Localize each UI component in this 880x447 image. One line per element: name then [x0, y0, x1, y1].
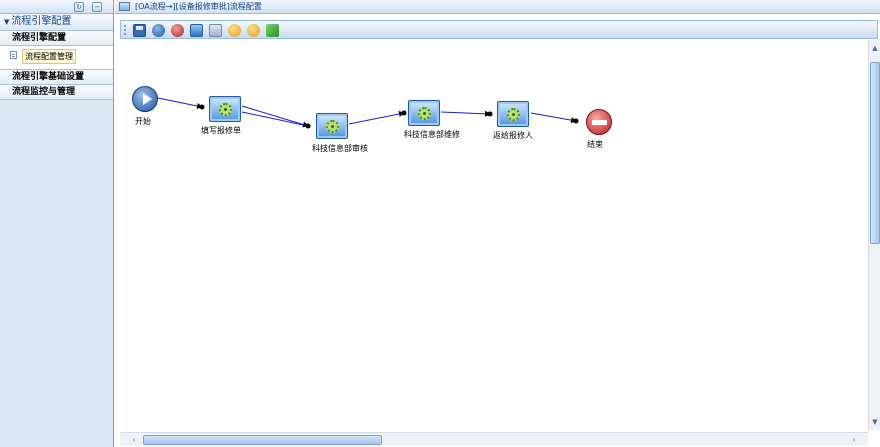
sidebar-item-label: 流程监控与管理 — [12, 87, 76, 97]
window-icon — [119, 2, 130, 11]
sidebar-subitem-label[interactable]: 流程配置管理 — [22, 49, 76, 64]
stop-icon[interactable] — [586, 109, 612, 135]
sidebar-item-label: 流程引擎配置 — [12, 33, 67, 43]
scroll-right-icon[interactable]: › — [848, 434, 860, 446]
task-node-icon[interactable] — [190, 24, 203, 37]
gear-icon — [326, 120, 339, 133]
app-window: ↻ − ▼ 流程引擎配置 流程引擎配置 流程配置管理 流程引擎基础设置 流程监控与… — [0, 0, 880, 447]
sidebar-item-monitor-manage[interactable]: 流程监控与管理 — [0, 85, 113, 100]
save-icon[interactable] — [133, 24, 146, 37]
gear-icon — [507, 108, 520, 121]
play-icon[interactable] — [132, 86, 158, 112]
refresh-icon[interactable]: ↻ — [74, 2, 84, 12]
sidebar-item-label: 流程引擎基础设置 — [12, 72, 85, 82]
task-box[interactable] — [408, 100, 440, 126]
task-box[interactable] — [316, 113, 348, 139]
node-label: 填写报修单 — [201, 126, 241, 135]
redo-icon[interactable] — [247, 24, 260, 37]
toolbar-grip — [124, 25, 126, 35]
sidebar-item-engine-basic-settings[interactable]: 流程引擎基础设置 — [0, 70, 113, 85]
connector-joint — [487, 111, 493, 117]
scroll-thumb[interactable] — [870, 62, 880, 244]
sidebar-header-title: 流程引擎配置 — [11, 16, 72, 27]
node-label: 返给报修人 — [493, 131, 533, 140]
start-node-icon[interactable] — [152, 24, 165, 37]
scroll-up-icon[interactable]: ▲ — [870, 42, 880, 54]
connector-repair-return[interactable] — [440, 110, 491, 117]
node-label: 科技信息部维修 — [404, 130, 460, 139]
edit-icon[interactable] — [266, 24, 279, 37]
document-icon — [10, 51, 17, 59]
scroll-down-icon[interactable]: ▼ — [870, 416, 880, 428]
sidebar-section-header[interactable]: ▼ 流程引擎配置 — [0, 14, 113, 31]
node-label: 开始 — [135, 117, 151, 126]
connector-review-repair[interactable] — [348, 111, 405, 125]
chevron-down-icon: ▼ — [4, 18, 10, 26]
sidebar-subitem-flow-config-manage[interactable]: 流程配置管理 — [0, 46, 113, 70]
gear-icon — [219, 103, 232, 116]
end-node-icon[interactable] — [171, 24, 184, 37]
node-label: 结束 — [587, 140, 603, 149]
sidebar-item-engine-config[interactable]: 流程引擎配置 — [0, 31, 113, 46]
collapse-icon[interactable]: − — [92, 2, 102, 12]
sidebar-toolbar: ↻ − — [0, 0, 113, 14]
gear-icon — [418, 107, 431, 120]
connector-joint — [305, 123, 311, 129]
task-box[interactable] — [497, 101, 529, 127]
connector-start-fill[interactable] — [157, 97, 203, 109]
node-label: 科技信息部审核 — [312, 144, 368, 153]
panel-title: [OA流程→][设备报修审批]流程配置 — [135, 2, 262, 11]
flow-canvas[interactable]: 开始 填写报修单 科技信息部审核 科技信息部维修 返给报修人 结束 — [120, 40, 868, 432]
connector-fill-review[interactable] — [241, 105, 309, 128]
designer-toolbar — [120, 20, 878, 39]
undo-icon[interactable] — [228, 24, 241, 37]
sidebar: ↻ − ▼ 流程引擎配置 流程引擎配置 流程配置管理 流程引擎基础设置 流程监控与… — [0, 0, 114, 447]
horizontal-scrollbar[interactable]: ‹ › — [120, 432, 868, 446]
task-box[interactable] — [209, 96, 241, 122]
connector-fill-review-alt[interactable] — [241, 111, 309, 127]
connector-joint — [199, 104, 205, 110]
vertical-scrollbar[interactable]: ▲ ▼ — [868, 40, 880, 430]
scroll-left-icon[interactable]: ‹ — [128, 434, 140, 446]
connector-return-end[interactable] — [530, 112, 577, 124]
grid-icon[interactable] — [209, 24, 222, 37]
connector-joint — [401, 110, 407, 116]
main-panel: [OA流程→][设备报修审批]流程配置 开始 填写报修单 科技信息部审核 科技信… — [115, 0, 880, 447]
scroll-thumb[interactable] — [143, 435, 382, 445]
panel-titlebar: [OA流程→][设备报修审批]流程配置 — [115, 0, 880, 14]
connector-joint — [573, 118, 579, 124]
